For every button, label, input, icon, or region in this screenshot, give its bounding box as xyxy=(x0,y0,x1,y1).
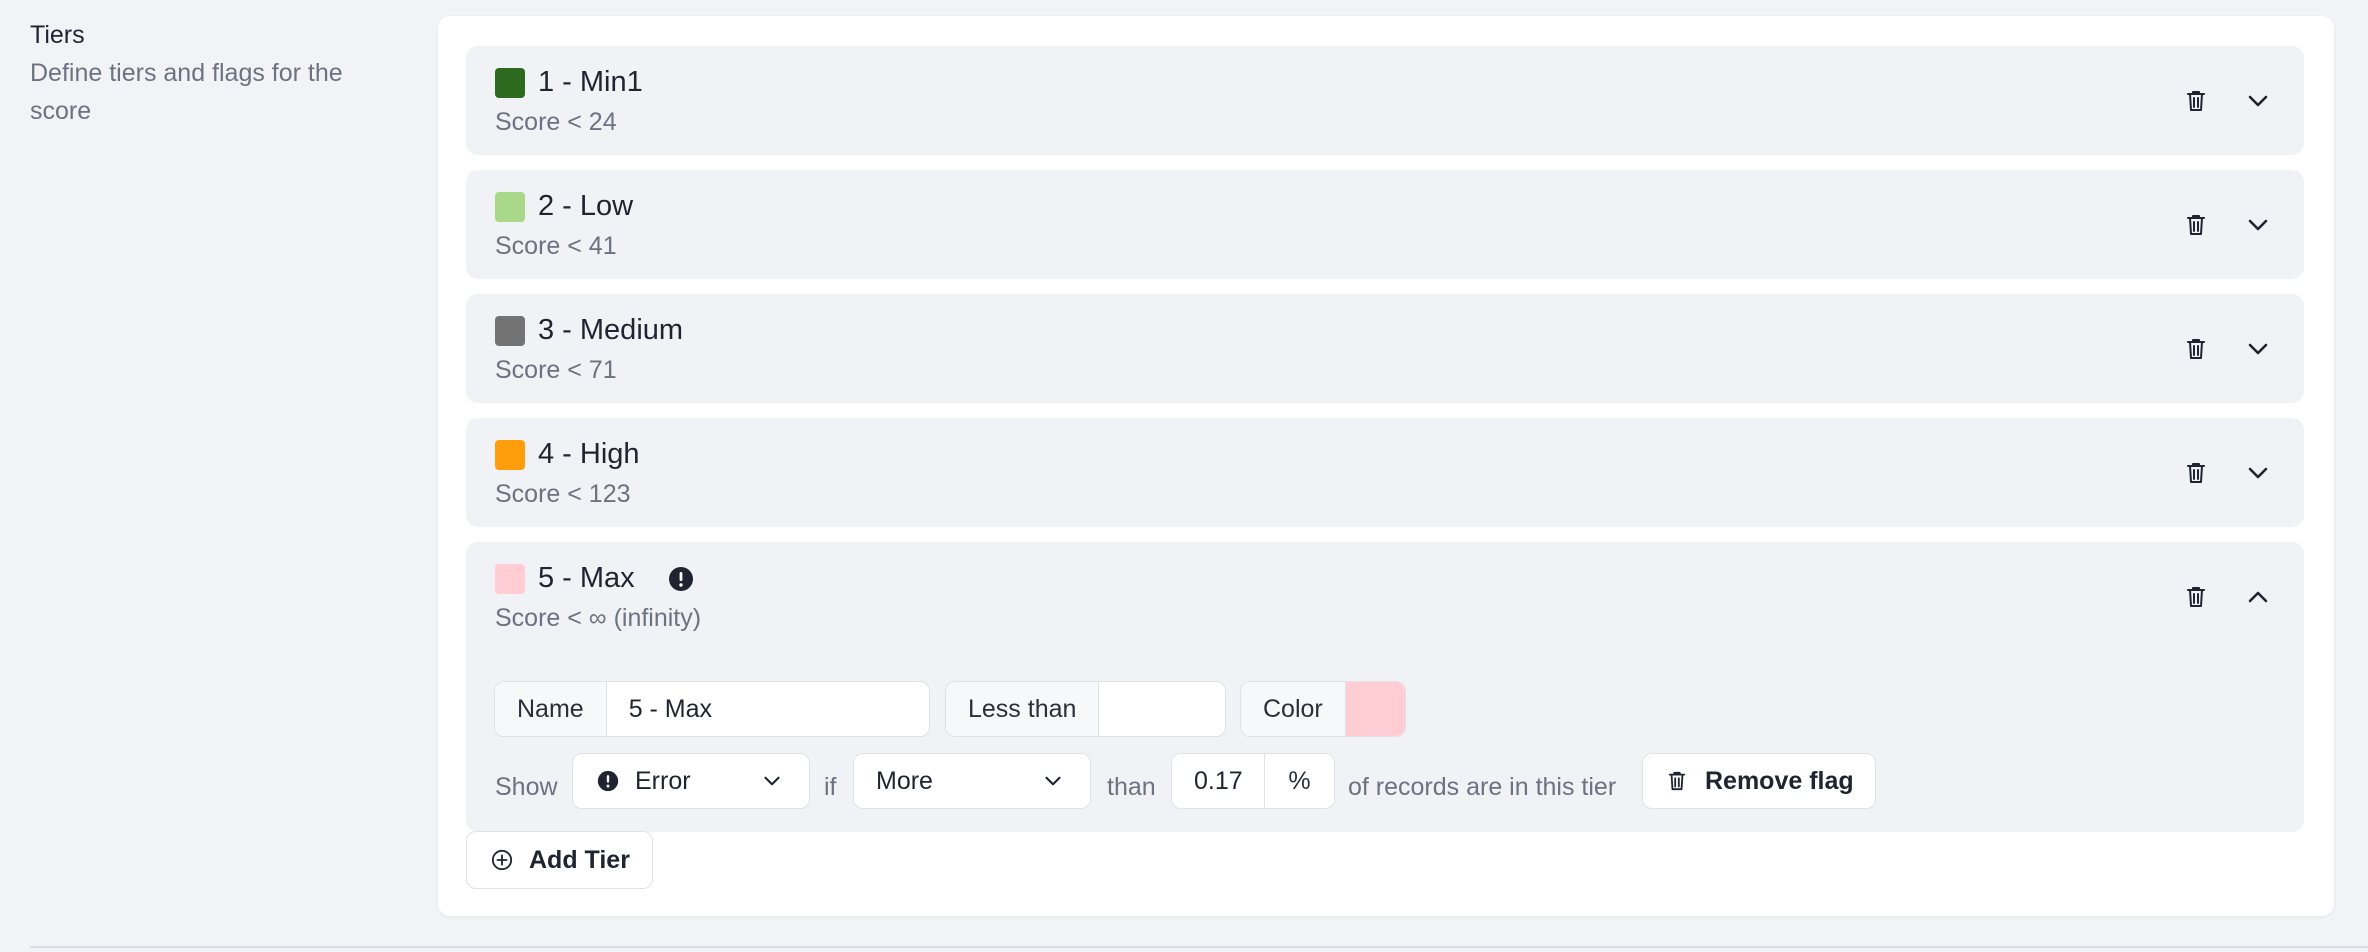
delete-tier-button[interactable] xyxy=(2178,207,2214,243)
chevron-down-icon xyxy=(1045,776,1061,786)
alert-circle-icon xyxy=(597,770,619,792)
alert-circle-icon xyxy=(669,567,693,591)
than-label: than xyxy=(1107,773,1156,801)
chevron-down-icon xyxy=(2248,467,2268,479)
chevron-down-icon xyxy=(2248,95,2268,107)
comparison-select[interactable]: More xyxy=(853,753,1091,809)
tier-color-swatch xyxy=(495,440,525,470)
percent-input-group: 0.17 % xyxy=(1171,753,1335,809)
less-than-input[interactable] xyxy=(1099,682,1225,736)
comparison-value: More xyxy=(876,766,933,795)
flag-level-select[interactable]: Error xyxy=(572,753,810,809)
expand-tier-button[interactable] xyxy=(2240,331,2276,367)
tier-color-swatch xyxy=(495,192,525,222)
show-label: Show xyxy=(495,773,558,801)
percent-unit: % xyxy=(1265,754,1334,808)
delete-tier-button[interactable] xyxy=(2178,331,2214,367)
expand-tier-button[interactable] xyxy=(2240,83,2276,119)
trash-icon xyxy=(2187,339,2205,359)
if-label: if xyxy=(824,773,837,801)
name-input-group: Name 5 - Max xyxy=(494,681,930,737)
tier-name: 1 - Min1 xyxy=(538,66,643,98)
trash-icon xyxy=(2187,463,2205,483)
expand-tier-button[interactable] xyxy=(2240,455,2276,491)
tiers-card: 1 - Min1 Score < 24 2 - Low Score < 41 3… xyxy=(438,16,2334,916)
add-tier-button[interactable]: Add Tier xyxy=(466,831,653,889)
trash-icon xyxy=(2187,587,2205,607)
expand-tier-button[interactable] xyxy=(2240,207,2276,243)
less-than-label: Less than xyxy=(946,682,1100,736)
delete-tier-button[interactable] xyxy=(2178,83,2214,119)
tier-color-swatch xyxy=(495,316,525,346)
tier-row[interactable]: 3 - Medium Score < 71 xyxy=(466,294,2304,403)
percent-input[interactable]: 0.17 xyxy=(1172,754,1265,808)
tier-name: 4 - High xyxy=(538,438,640,470)
tier-score: Score < 123 xyxy=(495,480,631,508)
tier-name: 2 - Low xyxy=(538,190,634,222)
tier-score: Score < 71 xyxy=(495,356,617,384)
less-than-input-group: Less than xyxy=(945,681,1226,737)
tier-row[interactable]: 4 - High Score < 123 xyxy=(466,418,2304,527)
delete-tier-button[interactable] xyxy=(2178,455,2214,491)
chevron-down-icon xyxy=(2248,219,2268,231)
tier-color-swatch xyxy=(495,564,525,594)
chevron-up-icon xyxy=(2248,591,2268,603)
name-input[interactable]: 5 - Max xyxy=(607,682,929,736)
section-header: Tiers Define tiers and flags for the sco… xyxy=(30,18,370,130)
section-divider xyxy=(30,946,2368,948)
collapse-tier-button[interactable] xyxy=(2240,579,2276,615)
tier-name: 5 - Max xyxy=(538,562,635,594)
trash-icon xyxy=(2187,215,2205,235)
tier-color-swatch xyxy=(495,68,525,98)
add-tier-label: Add Tier xyxy=(529,845,630,874)
trash-icon xyxy=(2187,91,2205,111)
color-input-group: Color xyxy=(1240,681,1406,737)
chevron-down-icon xyxy=(764,776,780,786)
section-title: Tiers xyxy=(30,21,85,49)
trash-icon xyxy=(1668,771,1686,791)
tier-score: Score < ∞ (infinity) xyxy=(495,604,702,632)
tier-row-expanded: 5 - Max Score < ∞ (infinity) Name 5 - Ma… xyxy=(466,542,2304,832)
tier-name: 3 - Medium xyxy=(538,314,684,346)
name-label: Name xyxy=(495,682,607,736)
tier-row[interactable]: 2 - Low Score < 41 xyxy=(466,170,2304,279)
color-label: Color xyxy=(1241,682,1346,736)
remove-flag-label: Remove flag xyxy=(1705,766,1854,795)
tier-row[interactable]: 1 - Min1 Score < 24 xyxy=(466,46,2304,155)
delete-tier-button[interactable] xyxy=(2178,579,2214,615)
tier-score: Score < 24 xyxy=(495,108,617,136)
color-picker[interactable] xyxy=(1345,682,1405,736)
plus-circle-icon xyxy=(491,849,513,871)
section-description: Define tiers and flags for the score xyxy=(30,59,343,125)
flag-level-value: Error xyxy=(635,766,691,795)
flag-suffix-text: of records are in this tier xyxy=(1348,773,1617,801)
tier-score: Score < 41 xyxy=(495,232,617,260)
chevron-down-icon xyxy=(2248,343,2268,355)
remove-flag-button[interactable]: Remove flag xyxy=(1642,753,1876,809)
